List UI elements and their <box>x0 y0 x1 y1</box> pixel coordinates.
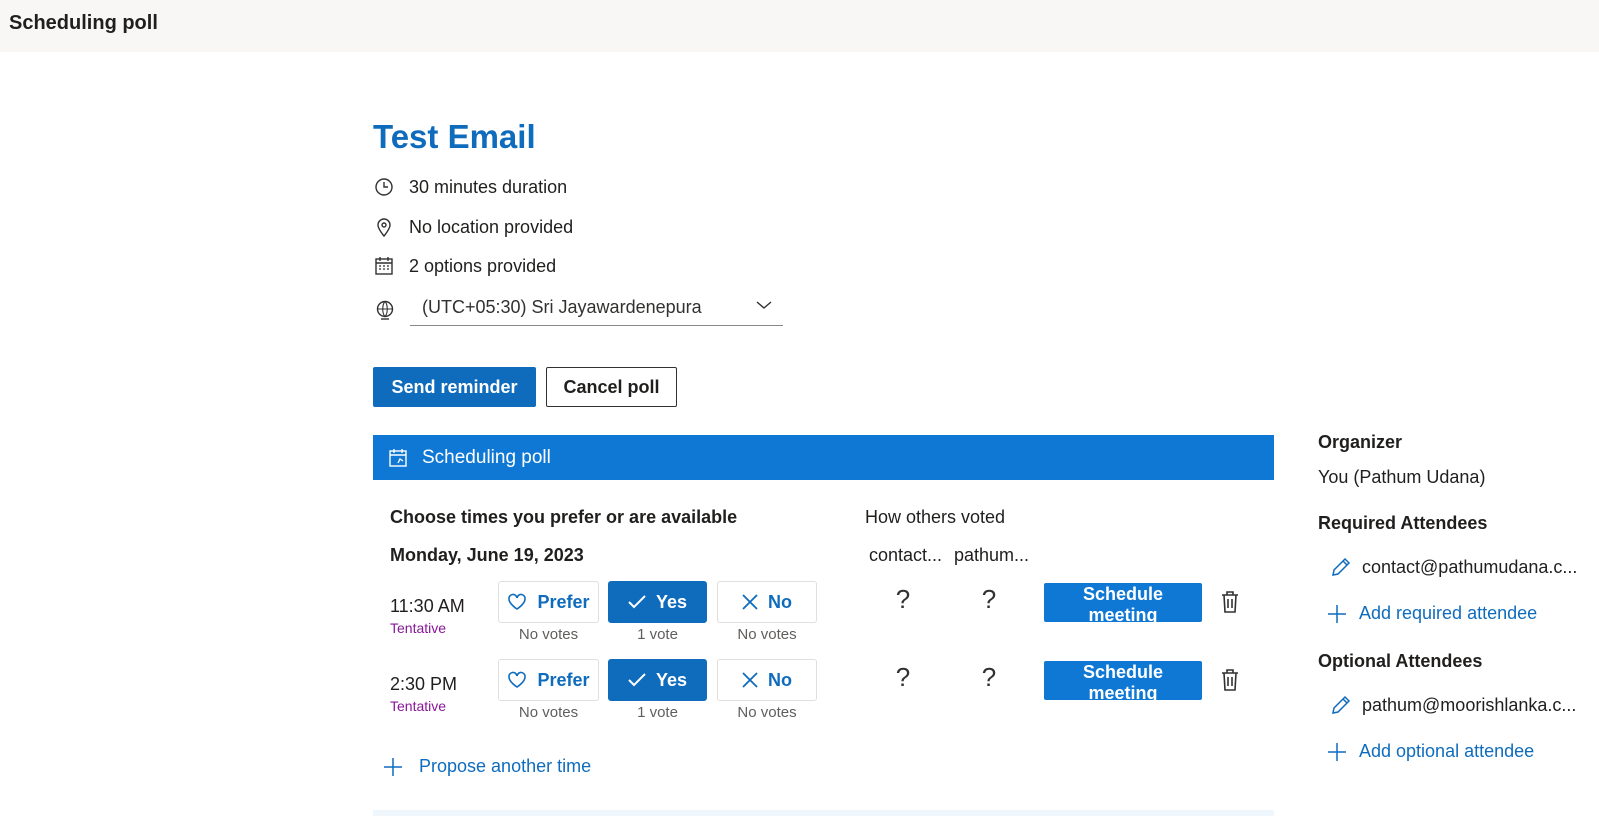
voter-name: contact... <box>869 545 943 565</box>
location-row: No location provided <box>373 214 573 240</box>
slot-status: Tentative <box>390 620 447 636</box>
choose-label: Choose times you prefer or are available <box>390 507 738 527</box>
trash-icon[interactable] <box>1219 668 1241 692</box>
calendar-icon <box>373 255 395 277</box>
duration-text: 30 minutes duration <box>409 176 568 197</box>
clock-icon <box>373 176 395 198</box>
heart-icon <box>507 671 527 689</box>
required-attendees-label: Required Attendees <box>1318 513 1488 533</box>
no-label: No <box>768 591 792 612</box>
close-icon <box>742 594 758 610</box>
options-text: 2 options provided <box>409 255 557 276</box>
prefer-votes: No votes <box>518 704 579 721</box>
no-button[interactable]: No <box>717 581 817 623</box>
add-optional-attendee-label: Add optional attendee <box>1359 741 1535 761</box>
slot-time: 11:30 AM <box>390 596 465 616</box>
poll-date: Monday, June 19, 2023 <box>390 545 584 565</box>
plus-icon <box>1327 604 1347 624</box>
app-title: Scheduling poll <box>9 12 158 34</box>
yes-votes: 1 vote <box>637 626 678 643</box>
prefer-button[interactable]: Prefer <box>498 581 599 623</box>
yes-button[interactable]: Yes <box>608 659 707 701</box>
poll-header: Scheduling poll <box>373 435 1274 480</box>
timezone-select[interactable]: (UTC+05:30) Sri Jayawardenepura <box>410 290 783 326</box>
globe-icon <box>375 299 395 326</box>
required-attendee-row[interactable]: contact@pathumudana.c... <box>1330 556 1577 578</box>
vote-unknown: ? <box>981 584 997 614</box>
prefer-label: Prefer <box>537 591 590 612</box>
yes-label: Yes <box>655 591 688 612</box>
prefer-votes: No votes <box>518 626 579 643</box>
no-votes: No votes <box>737 626 797 643</box>
optional-attendee-email: pathum@moorishlanka.c... <box>1362 694 1577 715</box>
plus-icon <box>1327 742 1347 762</box>
propose-time-label: Propose another time <box>419 756 592 776</box>
optional-attendees-label: Optional Attendees <box>1318 651 1483 671</box>
plus-icon <box>383 757 403 777</box>
yes-button[interactable]: Yes <box>608 581 707 623</box>
slot-time: 2:30 PM <box>390 674 458 694</box>
chevron-down-icon <box>755 296 773 317</box>
checkmark-icon <box>628 595 646 609</box>
location-text: No location provided <box>409 216 574 237</box>
top-bar: Scheduling poll <box>0 0 1599 52</box>
yes-label: Yes <box>655 669 688 690</box>
poll-header-title: Scheduling poll <box>422 446 551 468</box>
send-reminder-button[interactable]: Send reminder <box>373 367 536 407</box>
close-icon <box>742 672 758 688</box>
schedule-meeting-button[interactable]: Schedule meeting <box>1044 661 1202 703</box>
vote-unknown: ? <box>895 584 911 614</box>
bottom-strip <box>373 810 1274 816</box>
schedule-meeting-button[interactable]: Schedule meeting <box>1044 583 1202 625</box>
add-optional-attendee-link[interactable]: Add optional attendee <box>1327 741 1534 762</box>
vote-unknown: ? <box>895 662 911 692</box>
calendar-poll-icon <box>388 448 408 468</box>
location-pin-icon <box>373 216 395 238</box>
no-votes: No votes <box>737 704 797 721</box>
yes-votes: 1 vote <box>637 704 678 721</box>
trash-icon[interactable] <box>1219 590 1241 614</box>
event-title: Test Email <box>373 118 536 155</box>
prefer-label: Prefer <box>537 669 590 690</box>
optional-attendee-row[interactable]: pathum@moorishlanka.c... <box>1330 694 1576 716</box>
required-attendee-email: contact@pathumudana.c... <box>1362 556 1578 577</box>
checkmark-icon <box>628 673 646 687</box>
organizer-label: Organizer <box>1318 432 1403 452</box>
no-label: No <box>768 669 792 690</box>
pencil-icon[interactable] <box>1330 556 1352 578</box>
heart-icon <box>507 593 527 611</box>
add-required-attendee-label: Add required attendee <box>1359 603 1538 623</box>
others-voted-label: How others voted <box>865 507 1006 527</box>
add-required-attendee-link[interactable]: Add required attendee <box>1327 603 1537 624</box>
timezone-value: (UTC+05:30) Sri Jayawardenepura <box>422 297 702 317</box>
duration-row: 30 minutes duration <box>373 174 567 200</box>
slot-status: Tentative <box>390 698 447 714</box>
propose-time-link[interactable]: Propose another time <box>383 756 591 777</box>
voter-name: pathum... <box>954 545 1030 565</box>
vote-unknown: ? <box>981 662 997 692</box>
cancel-poll-button[interactable]: Cancel poll <box>546 367 677 407</box>
options-row: 2 options provided <box>373 253 556 279</box>
no-button[interactable]: No <box>717 659 817 701</box>
organizer-name: You (Pathum Udana) <box>1318 467 1486 487</box>
prefer-button[interactable]: Prefer <box>498 659 599 701</box>
pencil-icon[interactable] <box>1330 694 1352 716</box>
